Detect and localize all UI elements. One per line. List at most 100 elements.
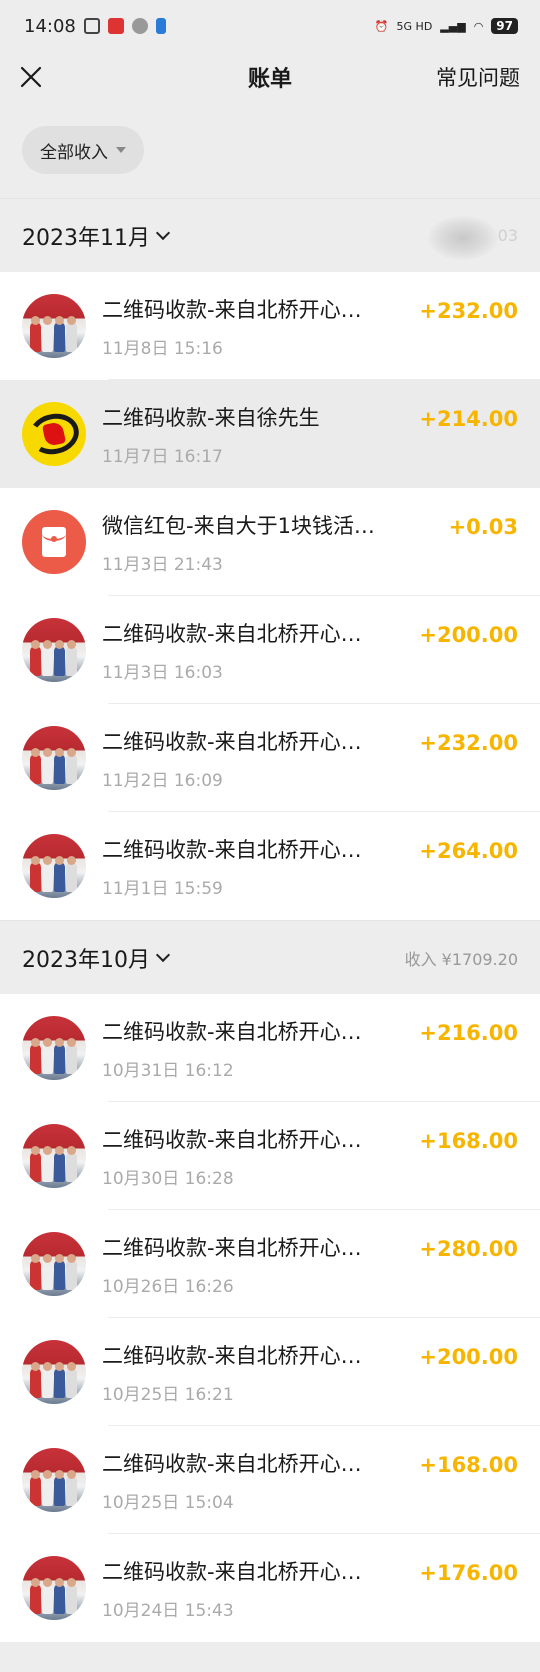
transaction-list: 二维码收款-来自北桥开心… 11月8日 15:16 +232.00 二维码收款-来自徐…: [0, 272, 540, 920]
merchant-logo-avatar: [22, 402, 86, 466]
chevron-down-icon: [155, 947, 171, 962]
transaction-info: 二维码收款-来自北桥开心… 11月3日 16:03: [102, 618, 419, 683]
group-photo-avatar: [22, 618, 86, 682]
transaction-list: 二维码收款-来自北桥开心… 10月31日 16:12 +216.00 二维码收款-来自…: [0, 994, 540, 1642]
transaction-time: 10月25日 15:04: [102, 1492, 234, 1513]
transaction-info: 二维码收款-来自北桥开心… 11月1日 15:59: [102, 834, 419, 899]
red-packet-icon: [22, 510, 86, 574]
transaction-row[interactable]: 二维码收款-来自北桥开心… 10月25日 16:21 +200.00: [0, 1318, 540, 1426]
wifi-icon: ◠: [473, 19, 484, 33]
transaction-row[interactable]: 二维码收款-来自北桥开心… 10月31日 16:12 +216.00: [0, 994, 540, 1102]
transaction-title: 二维码收款-来自北桥开心…: [102, 1559, 362, 1584]
group-photo-avatar: [22, 834, 86, 898]
faq-link[interactable]: 常见问题: [436, 62, 520, 92]
chevron-down-icon: [155, 225, 171, 240]
filter-label: 全部收入: [40, 142, 108, 163]
transaction-time: 11月1日 15:59: [102, 878, 223, 899]
notification-app-icon: [83, 18, 100, 34]
transaction-info: 二维码收款-来自北桥开心… 10月26日 16:26: [102, 1232, 419, 1297]
transaction-amount: +168.00: [419, 1129, 518, 1153]
month-header[interactable]: 2023年10月 收入 ¥1709.20: [0, 920, 540, 994]
transaction-info: 二维码收款-来自北桥开心… 10月24日 15:43: [102, 1556, 419, 1621]
battery-icon: 97: [491, 18, 518, 34]
transaction-row[interactable]: 二维码收款-来自北桥开心… 11月2日 16:09 +232.00: [0, 704, 540, 812]
transaction-title: 二维码收款-来自北桥开心…: [102, 1235, 362, 1260]
transaction-time: 10月25日 16:21: [102, 1384, 234, 1405]
filter-bar: 全部收入: [0, 102, 540, 198]
transaction-row[interactable]: 二维码收款-来自北桥开心… 10月30日 16:28 +168.00: [0, 1102, 540, 1210]
transaction-title: 二维码收款-来自北桥开心…: [102, 621, 362, 646]
signal-icon: ▂▄▆: [440, 19, 466, 33]
transaction-info: 二维码收款-来自北桥开心… 11月2日 16:09: [102, 726, 419, 791]
month-label: 2023年11月: [22, 225, 150, 251]
transaction-row[interactable]: 二维码收款-来自北桥开心… 10月24日 15:43 +176.00: [0, 1534, 540, 1642]
transaction-time: 10月31日 16:12: [102, 1060, 234, 1081]
transaction-time: 10月24日 15:43: [102, 1600, 234, 1621]
transaction-amount: +232.00: [419, 731, 518, 755]
month-summary-tail: 03: [497, 225, 518, 245]
transaction-time: 11月3日 16:03: [102, 662, 223, 683]
group-photo-avatar: [22, 1016, 86, 1080]
close-icon: [20, 66, 42, 88]
close-button[interactable]: [16, 62, 46, 92]
group-photo-avatar: [22, 1448, 86, 1512]
status-time: 14:08: [24, 15, 76, 37]
income-filter-dropdown[interactable]: 全部收入: [22, 126, 144, 174]
group-photo-avatar: [22, 1340, 86, 1404]
month-header[interactable]: 2023年11月 03: [0, 198, 540, 272]
transaction-time: 10月26日 16:26: [102, 1276, 234, 1297]
transaction-row[interactable]: 二维码收款-来自北桥开心… 11月3日 16:03 +200.00: [0, 596, 540, 704]
nav-bar: 账单 常见问题: [0, 52, 540, 102]
transaction-time: 11月7日 16:17: [102, 446, 223, 467]
transaction-time: 11月8日 15:16: [102, 338, 223, 359]
transaction-info: 二维码收款-来自北桥开心… 10月25日 16:21: [102, 1340, 419, 1405]
group-photo-avatar: [22, 1556, 86, 1620]
status-bar: 14:08 ⏰ 5G HD ▂▄▆ ◠ 97: [0, 0, 540, 52]
notification-app-icon: [107, 18, 124, 34]
transaction-row[interactable]: 二维码收款-来自北桥开心… 10月25日 15:04 +168.00: [0, 1426, 540, 1534]
transaction-amount: +280.00: [419, 1237, 518, 1261]
group-photo-avatar: [22, 1232, 86, 1296]
transaction-info: 二维码收款-来自北桥开心… 10月25日 15:04: [102, 1448, 419, 1513]
transaction-title: 二维码收款-来自北桥开心…: [102, 1451, 362, 1476]
transaction-info: 二维码收款-来自北桥开心… 10月30日 16:28: [102, 1124, 419, 1189]
transaction-title: 二维码收款-来自北桥开心…: [102, 297, 362, 322]
transaction-title: 微信红包-来自大于1块钱活…: [102, 513, 375, 538]
transaction-info: 二维码收款-来自徐先生 11月7日 16:17: [102, 402, 419, 467]
transaction-info: 微信红包-来自大于1块钱活… 11月3日 21:43: [102, 510, 449, 575]
transaction-amount: +214.00: [419, 407, 518, 431]
transaction-row[interactable]: 二维码收款-来自北桥开心… 10月26日 16:26 +280.00: [0, 1210, 540, 1318]
transaction-title: 二维码收款-来自北桥开心…: [102, 729, 362, 754]
caret-down-icon: [116, 147, 126, 153]
transaction-amount: +232.00: [419, 299, 518, 323]
notification-app-icon: [155, 18, 166, 34]
transaction-info: 二维码收款-来自北桥开心… 11月8日 15:16: [102, 294, 419, 359]
month-summary-blurred: 03: [408, 215, 518, 260]
transaction-info: 二维码收款-来自北桥开心… 10月31日 16:12: [102, 1016, 419, 1081]
group-photo-avatar: [22, 726, 86, 790]
transaction-time: 10月30日 16:28: [102, 1168, 234, 1189]
transaction-title: 二维码收款-来自北桥开心…: [102, 1127, 362, 1152]
transaction-amount: +0.03: [448, 515, 518, 539]
transaction-title: 二维码收款-来自北桥开心…: [102, 1019, 362, 1044]
transaction-title: 二维码收款-来自徐先生: [102, 405, 320, 430]
transaction-amount: +200.00: [419, 623, 518, 647]
transaction-amount: +216.00: [419, 1021, 518, 1045]
transaction-title: 二维码收款-来自北桥开心…: [102, 837, 362, 862]
transaction-amount: +176.00: [419, 1561, 518, 1585]
alarm-icon: ⏰: [374, 19, 389, 33]
month-summary: 收入 ¥1709.20: [404, 949, 518, 969]
month-label: 2023年10月: [22, 947, 150, 973]
transaction-row[interactable]: 二维码收款-来自徐先生 11月7日 16:17 +214.00: [0, 380, 540, 488]
transaction-time: 11月3日 21:43: [102, 554, 223, 575]
network-label: 5G HD: [396, 19, 433, 33]
transaction-amount: +168.00: [419, 1453, 518, 1477]
transaction-row[interactable]: 二维码收款-来自北桥开心… 11月1日 15:59 +264.00: [0, 812, 540, 920]
group-photo-avatar: [22, 1124, 86, 1188]
transaction-row[interactable]: 微信红包-来自大于1块钱活… 11月3日 21:43 +0.03: [0, 488, 540, 596]
transaction-amount: +200.00: [419, 1345, 518, 1369]
transaction-row[interactable]: 二维码收款-来自北桥开心… 11月8日 15:16 +232.00: [0, 272, 540, 380]
transaction-title: 二维码收款-来自北桥开心…: [102, 1343, 362, 1368]
group-photo-avatar: [22, 294, 86, 358]
transaction-time: 11月2日 16:09: [102, 770, 223, 791]
